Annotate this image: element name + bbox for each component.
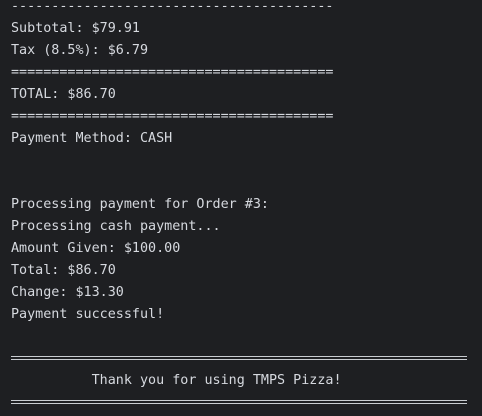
processing-order-line: Processing payment for Order #3:	[11, 197, 269, 212]
processing-cash-line: Processing cash payment...	[11, 219, 221, 234]
double-line-separator-bottom	[11, 400, 467, 404]
total-summary-line: Total: $86.70	[11, 263, 116, 278]
tax-line: Tax (8.5%): $6.79	[11, 43, 149, 58]
subtotal-line: Subtotal: $79.91	[11, 21, 140, 36]
total-line: TOTAL: $86.70	[11, 87, 116, 102]
console-output: ----------------------------------------…	[0, 0, 482, 416]
change-line: Change: $13.30	[11, 285, 124, 300]
amount-given-line: Amount Given: $100.00	[11, 241, 181, 256]
payment-method-line: Payment Method: CASH	[11, 131, 173, 146]
thank-you-message: Thank you for using TMPS Pizza!	[11, 373, 342, 388]
equals-separator-top: ========================================	[11, 65, 334, 80]
dash-separator: ----------------------------------------	[11, 0, 334, 14]
payment-success-line: Payment successful!	[11, 307, 165, 322]
equals-separator-bottom: ========================================	[11, 109, 334, 124]
double-line-separator-top	[11, 356, 467, 360]
